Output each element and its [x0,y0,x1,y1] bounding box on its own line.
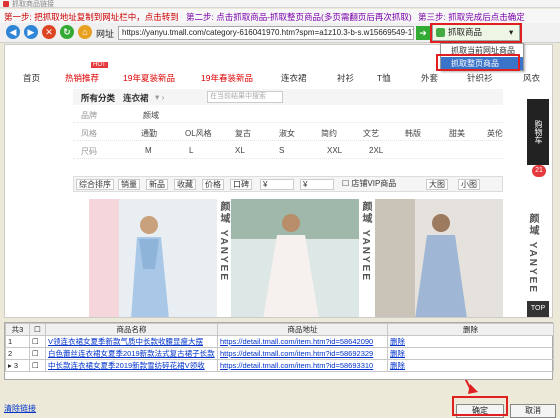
highlight-ok-button [452,396,508,416]
product-name-link[interactable]: 白色蕾丝连衣裙女夏季2019新款法式复古裙子长款 [45,347,218,360]
clear-links-link[interactable]: 清除链接 [4,403,36,414]
select-all-checkbox[interactable]: ☐ [29,323,46,336]
row-checkbox[interactable]: ☐ [29,347,46,360]
col-url: 商品地址 [217,323,388,336]
row-number: 2 [5,347,30,360]
results-grid: 共3 ☐ 商品名称 商品地址 删除 1 ☐ V领连衣裙女夏季新款气质中长款收腰显… [4,322,554,380]
table-row[interactable]: 1 ☐ V领连衣裙女夏季新款气质中长款收腰显瘦大摆 https://detail… [5,335,554,348]
product-url-link[interactable]: https://detail.tmall.com/item.htm?id=586… [217,335,388,348]
delete-link[interactable]: 删除 [387,335,554,348]
cancel-button[interactable]: 取消 [510,404,556,418]
delete-link[interactable]: 删除 [387,347,554,360]
delete-link[interactable]: 删除 [387,359,554,372]
row-number-text: 3 [13,361,19,370]
row-checkbox[interactable]: ☐ [29,335,46,348]
row-number: 1 [5,335,30,348]
product-url-link[interactable]: https://detail.tmall.com/item.htm?id=586… [217,347,388,360]
grid-count: 共3 [5,323,30,336]
row-number: ▸ 3 [5,359,30,372]
product-name-link[interactable]: V领连衣裙女夏季新款气质中长款收腰显瘦大摆 [45,335,218,348]
col-delete: 删除 [387,323,554,336]
row-checkbox[interactable]: ☐ [29,359,46,372]
product-name-link[interactable]: 中长款连衣裙女夏季2019新款雪纺碎花裙V领收 [45,359,218,372]
table-row[interactable]: 2 ☐ 白色蕾丝连衣裙女夏季2019新款法式复古裙子长款 https://det… [5,347,554,360]
col-name: 商品名称 [45,323,218,336]
table-row[interactable]: ▸ 3 ☐ 中长款连衣裙女夏季2019新款雪纺碎花裙V领收 https://de… [5,359,554,372]
product-url-link[interactable]: https://detail.tmall.com/item.htm?id=586… [217,359,388,372]
